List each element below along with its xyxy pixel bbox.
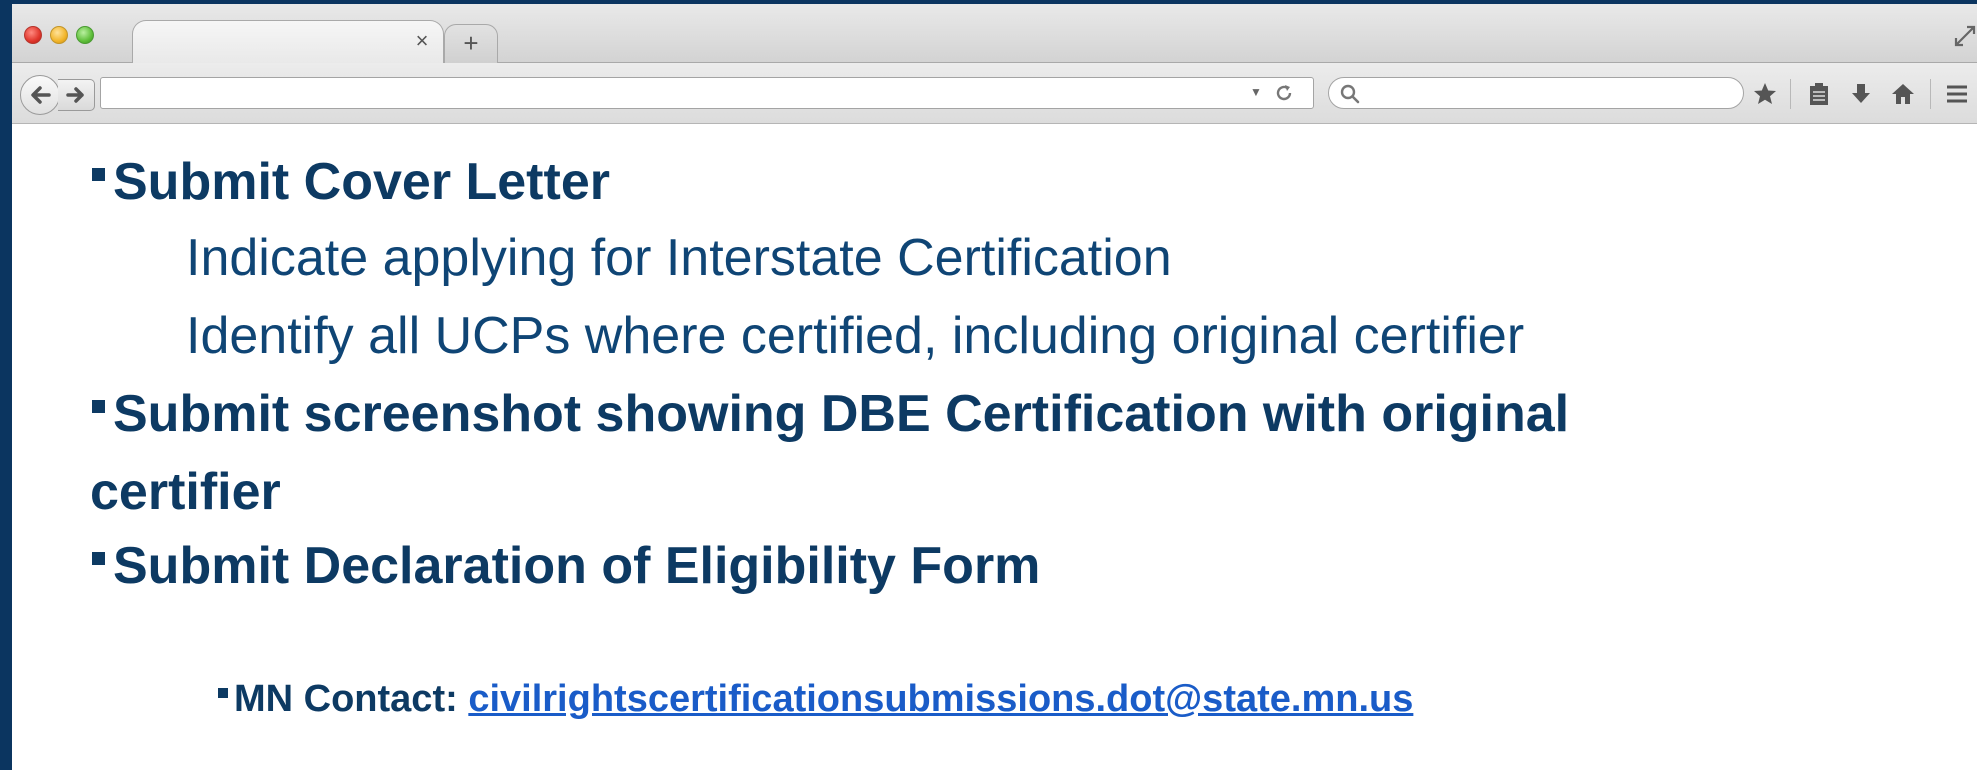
back-arrow-icon (31, 86, 51, 104)
slide-bullet-text: Submit Declaration of Eligibility Form (113, 537, 1041, 595)
contact-email-link[interactable]: civilrightscertificationsubmissions.dot@… (468, 678, 1413, 720)
search-input[interactable] (1328, 77, 1744, 109)
slide-bullet-text: Submit Cover Letter (113, 153, 610, 211)
bullet-square-icon (92, 168, 105, 181)
slide-sub-bullet-1: Indicate applying for Interstate Certifi… (186, 229, 1172, 287)
contact-line: MN Contact: civilrightscertificationsubm… (218, 674, 1413, 724)
slide-bullet-text: Submit screenshot showing DBE Certificat… (113, 385, 1570, 443)
toolbar-separator (1790, 79, 1791, 109)
search-icon (1340, 84, 1360, 109)
bullet-square-icon (92, 400, 105, 413)
forward-arrow-icon (66, 87, 84, 103)
tab-close-icon[interactable]: × (411, 30, 433, 52)
browser-window: × + ▼ Submit Cover Letter Indicate apply… (12, 4, 1977, 770)
download-icon[interactable] (1848, 81, 1874, 107)
tab-bar: × + (12, 4, 1977, 63)
bullet-square-icon (92, 552, 105, 565)
new-tab-button[interactable]: + (444, 24, 498, 63)
browser-tab[interactable]: × (132, 20, 444, 63)
navigation-bar: ▼ (12, 63, 1977, 124)
url-input[interactable] (100, 77, 1314, 109)
slide-bullet-2-continuation: certifier (90, 463, 281, 521)
slide-bullet-3: Submit Declaration of Eligibility Form (92, 534, 1040, 598)
slide-bullet-2: Submit screenshot showing DBE Certificat… (92, 382, 1569, 446)
bookmark-star-icon[interactable] (1752, 81, 1778, 107)
back-button[interactable] (20, 75, 60, 115)
url-dropdown-icon[interactable]: ▼ (1250, 85, 1262, 99)
contact-label: MN Contact: (234, 678, 458, 720)
home-icon[interactable] (1890, 81, 1916, 107)
menu-icon[interactable] (1944, 81, 1970, 107)
slide-sub-bullet-2: Identify all UCPs where certified, inclu… (186, 307, 1525, 365)
close-window-button[interactable] (24, 26, 42, 44)
resize-icon[interactable] (1953, 24, 1977, 48)
bullet-square-icon (218, 688, 228, 698)
zoom-window-button[interactable] (76, 26, 94, 44)
minimize-window-button[interactable] (50, 26, 68, 44)
page-content: Submit Cover Letter Indicate applying fo… (12, 124, 1977, 770)
forward-button[interactable] (58, 79, 95, 111)
reload-icon[interactable] (1274, 83, 1294, 108)
clipboard-icon[interactable] (1806, 81, 1832, 107)
slide-bullet-1: Submit Cover Letter (92, 150, 610, 214)
toolbar-separator (1930, 79, 1931, 109)
